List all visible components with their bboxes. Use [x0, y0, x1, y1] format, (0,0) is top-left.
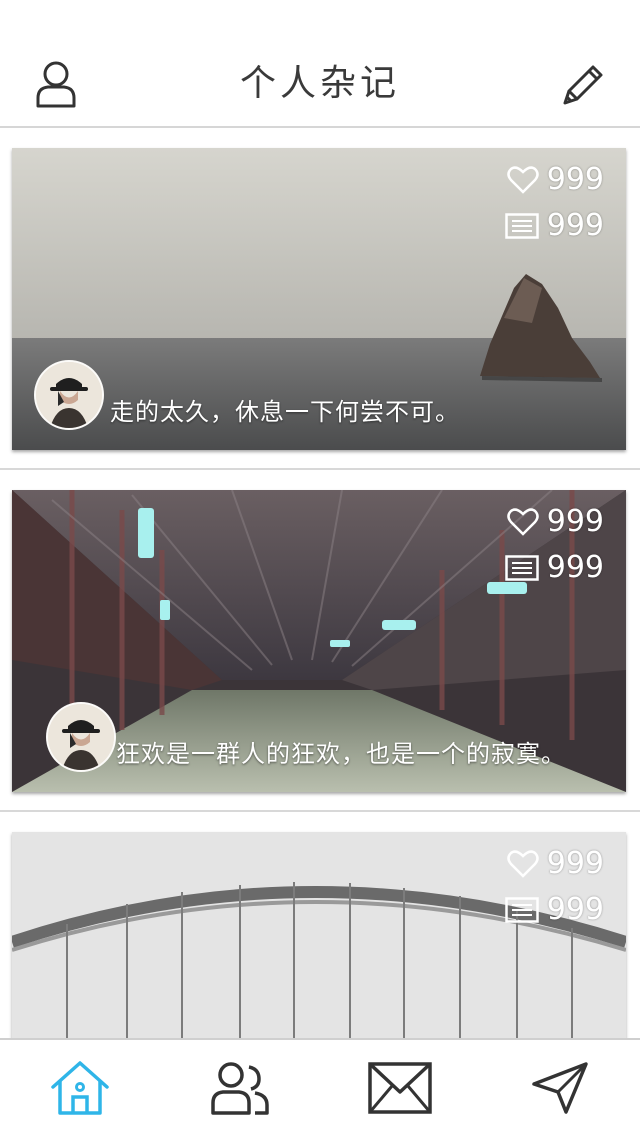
- tab-messages[interactable]: [320, 1040, 480, 1136]
- tab-bar: [0, 1038, 640, 1136]
- likes-stat[interactable]: 999: [506, 162, 604, 197]
- tab-send[interactable]: [480, 1040, 640, 1136]
- feed-item: 999 999: [0, 128, 640, 470]
- avatar[interactable]: [46, 702, 116, 772]
- post-card[interactable]: 999 999: [12, 490, 626, 792]
- heart-icon: [506, 507, 539, 536]
- comments-stat[interactable]: 999: [504, 550, 604, 585]
- post-card[interactable]: 999 999: [12, 148, 626, 450]
- compose-button[interactable]: [558, 58, 610, 110]
- likes-count: 999: [546, 162, 604, 197]
- send-icon: [532, 1062, 588, 1114]
- friends-icon: [211, 1062, 269, 1115]
- post-caption: 走的太久，休息一下何尝不可。: [110, 398, 460, 426]
- comment-icon: [504, 554, 539, 581]
- comment-icon: [504, 212, 539, 239]
- tab-home[interactable]: [0, 1040, 160, 1136]
- likes-stat[interactable]: 999: [506, 846, 604, 881]
- likes-count: 999: [546, 846, 604, 881]
- page-title: 个人杂记: [239, 63, 400, 104]
- feed-item: 999 999: [0, 470, 640, 812]
- home-icon: [51, 1061, 109, 1115]
- comment-icon: [504, 896, 539, 923]
- pencil-icon: [563, 65, 603, 105]
- avatar-image: [48, 704, 114, 770]
- comments-count: 999: [546, 208, 604, 243]
- avatar[interactable]: [34, 360, 104, 430]
- header-bar: 个人杂记: [0, 0, 640, 128]
- comments-stat[interactable]: 999: [504, 208, 604, 243]
- comments-count: 999: [546, 892, 604, 927]
- likes-count: 999: [546, 504, 604, 539]
- heart-icon: [506, 165, 539, 194]
- avatar-image: [36, 362, 102, 428]
- tab-friends[interactable]: [160, 1040, 320, 1136]
- mail-icon: [368, 1062, 432, 1114]
- likes-stat[interactable]: 999: [506, 504, 604, 539]
- comments-count: 999: [546, 550, 604, 585]
- comments-stat[interactable]: 999: [504, 892, 604, 927]
- feed-list[interactable]: 999 999 走的太久，休息一下何尝不可。 999 999 狂欢是一群人的狂欢…: [0, 128, 640, 1038]
- post-card[interactable]: 999 999: [12, 832, 626, 1038]
- post-caption: 狂欢是一群人的狂欢，也是一个的寂寞。: [116, 740, 566, 768]
- app-screen: 个人杂记 999 999 走的太久，休息一下何尝不可。 999 999 狂欢是一…: [0, 0, 640, 1136]
- feed-item: 999 999: [0, 812, 640, 1038]
- heart-icon: [506, 849, 539, 878]
